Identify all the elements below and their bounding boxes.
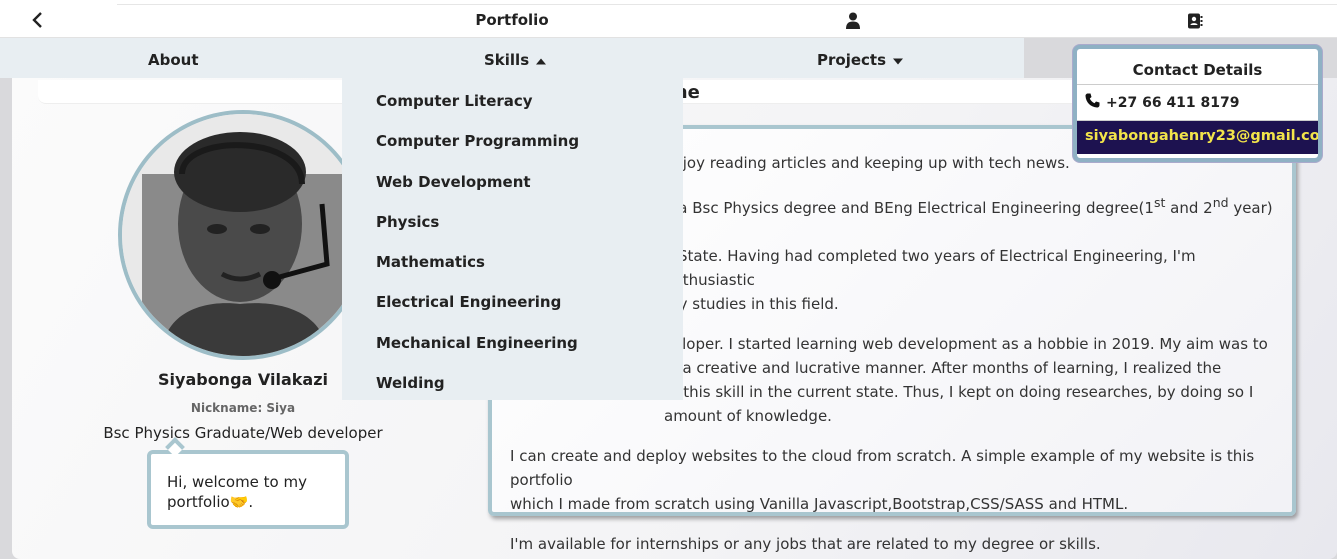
contact-title: Contact Details	[1077, 49, 1318, 85]
skill-physics[interactable]: Physics	[342, 211, 683, 251]
main-nav: About Skills Projects	[0, 38, 1024, 78]
skill-mechanical-engineering[interactable]: Mechanical Engineering	[342, 332, 683, 372]
caret-down-icon	[893, 51, 904, 69]
skill-mathematics[interactable]: Mathematics	[342, 251, 683, 291]
user-icon[interactable]	[845, 12, 861, 33]
contact-panel: Contact Details +27 66 411 8179 siyabong…	[1073, 45, 1322, 162]
welcome-bubble: Hi, welcome to my portfolio🤝.	[147, 450, 349, 529]
skill-welding[interactable]: Welding	[342, 372, 683, 412]
caret-up-icon	[536, 51, 547, 69]
top-strip	[117, 0, 1337, 5]
welcome-text: Hi, welcome to my portfolio🤝.	[167, 473, 307, 511]
nav-about[interactable]: About	[148, 51, 199, 69]
phone-icon	[1085, 93, 1100, 112]
about-paragraph: I can create and deploy websites to the …	[510, 447, 1255, 513]
nav-skills[interactable]: Skills	[484, 51, 547, 69]
top-bar: Portfolio	[0, 0, 1337, 38]
nav-skills-label: Skills	[484, 51, 530, 69]
page-title: Portfolio	[475, 11, 549, 29]
contact-phone[interactable]: +27 66 411 8179	[1077, 85, 1318, 121]
avatar	[118, 110, 368, 360]
nav-projects-label: Projects	[817, 51, 887, 69]
profile-role: Bsc Physics Graduate/Web developer	[103, 424, 383, 442]
nav-projects[interactable]: Projects	[817, 51, 904, 69]
skill-computer-literacy[interactable]: Computer Literacy	[342, 90, 683, 130]
skills-dropdown: Computer Literacy Computer Programming W…	[342, 78, 683, 400]
skill-computer-programming[interactable]: Computer Programming	[342, 130, 683, 170]
nav-about-label: About	[148, 51, 199, 69]
contact-email[interactable]: siyabongahenry23@gmail.com	[1077, 121, 1318, 154]
skill-electrical-engineering[interactable]: Electrical Engineering	[342, 291, 683, 331]
contact-phone-number: +27 66 411 8179	[1106, 94, 1240, 111]
skill-web-development[interactable]: Web Development	[342, 171, 683, 211]
about-paragraph: I'm available for internships or any job…	[510, 535, 1101, 553]
contact-book-icon[interactable]	[1187, 13, 1203, 33]
